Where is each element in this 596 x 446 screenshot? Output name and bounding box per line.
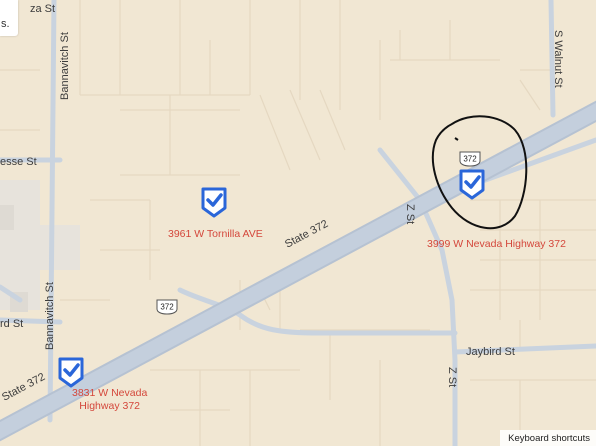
street-label-cesse: esse St [0, 156, 37, 168]
place-label-tornilla[interactable]: 3961 W Tornilla AVE [168, 228, 263, 241]
street-label-z-lower: Z St [446, 367, 458, 388]
place-label-line1: 3831 W Nevada [72, 387, 148, 399]
street-label-plaza: za St [30, 3, 56, 15]
corner-text: s. [1, 18, 10, 30]
highway-shield-icon: 372 [458, 151, 482, 167]
keyboard-shortcuts-link[interactable]: Keyboard shortcuts [500, 430, 596, 446]
corner-overlay: s. [0, 0, 18, 36]
place-label-line2: Highway 372 [79, 400, 140, 412]
place-label-3999-nevada[interactable]: 3999 W Nevada Highway 372 [427, 238, 566, 251]
street-label-z-upper: Z St [404, 204, 416, 225]
place-label-3831-nevada[interactable]: 3831 W Nevada Highway 372 [72, 387, 147, 413]
highway-shield-icon: 372 [155, 299, 179, 315]
street-label-jaybird: Jaybird St [466, 346, 515, 358]
svg-text:372: 372 [160, 303, 174, 312]
street-label-rd: rd St [0, 318, 24, 330]
checkmark-pin-icon[interactable] [457, 168, 487, 200]
checkmark-pin-icon[interactable] [56, 356, 86, 388]
street-label-walnut: S Walnut St [552, 30, 564, 88]
map-base [0, 0, 596, 446]
street-label-bannavitch-top: Bannavitch St [59, 32, 71, 100]
svg-text:372: 372 [463, 155, 477, 164]
street-label-bannavitch-bottom: Bannavitch St [44, 282, 56, 350]
map-view[interactable]: s. za St Bannavitch St Bannavitch St ess… [0, 0, 596, 446]
checkmark-pin-icon[interactable] [199, 186, 229, 218]
